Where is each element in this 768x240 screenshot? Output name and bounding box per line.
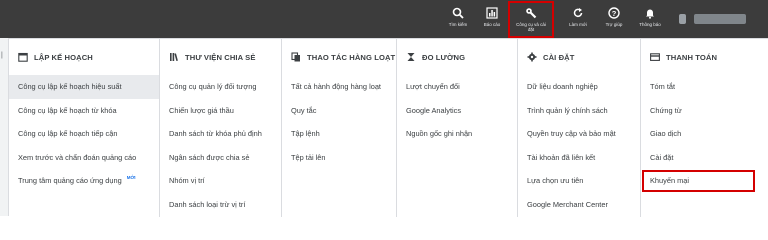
menu-item-promotions[interactable]: Khuyến mại (641, 169, 756, 193)
background-page-edge: | (0, 38, 9, 216)
column-heading: THƯ VIỆN CHIA SẺ (185, 52, 256, 62)
svg-text:?: ? (612, 9, 617, 18)
column-header: CÀI ĐẶT (527, 52, 575, 62)
refresh-label: Làm mới (569, 22, 587, 27)
menu-item-google-analytics[interactable]: Google Analytics (397, 99, 517, 123)
menu-item-reach-planner[interactable]: Công cụ lập kế hoạch tiếp cận (9, 122, 159, 146)
library-icon (169, 52, 179, 62)
menu-item-linked-accounts[interactable]: Tài khoản đã liên kết (518, 146, 640, 170)
menu-item-performance-planner[interactable]: Công cụ lập kế hoạch hiệu suất (9, 75, 159, 99)
column-heading: ĐO LƯỜNG (422, 52, 466, 62)
menu-item-keyword-planner[interactable]: Công cụ lập kế hoạch từ khóa (9, 99, 159, 123)
column-header: THƯ VIỆN CHIA SẺ (169, 52, 256, 62)
column-planning: LẬP KẾ HOẠCH Công cụ lập kế hoạch hiệu s… (9, 39, 159, 217)
menu-item-preferences[interactable]: Lựa chọn ưu tiên (518, 169, 640, 193)
tools-and-settings-button[interactable]: Công cụ và cài đặt (508, 1, 554, 38)
menu-item-placement-exclusion-lists[interactable]: Danh sách loại trừ vị trí (160, 193, 281, 217)
top-toolbar: Tìm kiếm Báo cáo Công cụ và cài đặt Làm … (0, 0, 768, 38)
column-heading: CÀI ĐẶT (543, 52, 575, 62)
reports-button[interactable]: Báo cáo (474, 4, 510, 34)
bell-icon (643, 6, 657, 20)
tools-and-settings-label: Công cụ và cài đặt (516, 22, 546, 32)
column-shared-library: THƯ VIỆN CHIA SẺ Công cụ quản lý đối tượ… (159, 39, 281, 217)
hourglass-icon (406, 52, 416, 62)
search-button[interactable]: Tìm kiếm (440, 4, 476, 34)
refresh-button[interactable]: Làm mới (560, 4, 596, 34)
menu-item-rules[interactable]: Quy tắc (282, 99, 396, 123)
menu-item-app-advertising-hub[interactable]: Trung tâm quảng cáo ứng dụng MỚI (9, 169, 159, 193)
menu-item-ad-preview[interactable]: Xem trước và chẩn đoán quảng cáo (9, 146, 159, 170)
column-settings: CÀI ĐẶT Dữ liệu doanh nghiệp Trình quản … (517, 39, 640, 217)
column-billing: THANH TOÁN Tóm tắt Chứng từ Giao dịch Cà… (640, 39, 768, 217)
menu-item-conversions[interactable]: Lượt chuyển đổi (397, 75, 517, 99)
tools-menu-panel: LẬP KẾ HOẠCH Công cụ lập kế hoạch hiệu s… (9, 38, 768, 217)
search-label: Tìm kiếm (448, 22, 468, 27)
reports-icon (485, 6, 499, 20)
credit-card-icon (650, 52, 660, 62)
column-header: LẬP KẾ HOẠCH (18, 52, 93, 62)
wrench-icon (524, 6, 538, 20)
menu-item-bid-strategies[interactable]: Chiến lược giá thầu (160, 99, 281, 123)
help-label: Trợ giúp (605, 22, 623, 27)
column-header: THANH TOÁN (650, 52, 717, 62)
menu-item-label: Trung tâm quảng cáo ứng dụng (18, 176, 122, 186)
copy-icon (291, 52, 301, 62)
notifications-label: Thông báo (639, 22, 661, 27)
search-icon (451, 6, 465, 20)
help-button[interactable]: ? Trợ giúp (596, 4, 632, 34)
account-avatar[interactable] (679, 14, 686, 24)
column-measurement: ĐO LƯỜNG Lượt chuyển đổi Google Analytic… (396, 39, 517, 217)
menu-item-audience-manager[interactable]: Công cụ quản lý đối tượng (160, 75, 281, 99)
menu-item-policy-manager[interactable]: Trình quản lý chính sách (518, 99, 640, 123)
menu-item-location-groups[interactable]: Nhóm vị trí (160, 169, 281, 193)
account-switcher[interactable] (694, 14, 746, 24)
column-heading: THANH TOÁN (666, 52, 718, 62)
menu-item-all-bulk-actions[interactable]: Tất cả hành động hàng loạt (282, 75, 396, 99)
menu-item-business-data[interactable]: Dữ liệu doanh nghiệp (518, 75, 640, 99)
reports-label: Báo cáo (483, 22, 501, 27)
menu-item-documents[interactable]: Chứng từ (641, 99, 768, 123)
column-bulk-actions: THAO TÁC HÀNG LOẠT Tất cả hành động hàng… (281, 39, 396, 217)
calendar-icon (18, 52, 28, 62)
column-header: ĐO LƯỜNG (406, 52, 465, 62)
refresh-icon (571, 6, 585, 20)
help-icon: ? (607, 6, 621, 20)
menu-item-shared-budgets[interactable]: Ngân sách được chia sẻ (160, 146, 281, 170)
column-heading: THAO TÁC HÀNG LOẠT (307, 52, 396, 62)
menu-item-scripts[interactable]: Tập lệnh (282, 122, 396, 146)
menu-item-negative-keyword-lists[interactable]: Danh sách từ khóa phủ định (160, 122, 281, 146)
menu-item-uploads[interactable]: Tệp tải lên (282, 146, 396, 170)
menu-item-summary[interactable]: Tóm tắt (641, 75, 768, 99)
notifications-button[interactable]: Thông báo (632, 4, 668, 34)
new-badge: MỚI (126, 175, 136, 181)
column-heading: LẬP KẾ HOẠCH (34, 52, 93, 62)
menu-item-billing-settings[interactable]: Cài đặt (641, 146, 768, 170)
menu-item-attribution[interactable]: Nguồn gốc ghi nhận (397, 122, 517, 146)
settings-icon (527, 52, 537, 62)
menu-item-access-and-security[interactable]: Quyền truy cập và bảo mật (518, 122, 640, 146)
column-header: THAO TÁC HÀNG LOẠT (291, 52, 395, 62)
menu-item-google-merchant-center[interactable]: Google Merchant Center (518, 193, 640, 217)
menu-item-transactions[interactable]: Giao dịch (641, 122, 768, 146)
